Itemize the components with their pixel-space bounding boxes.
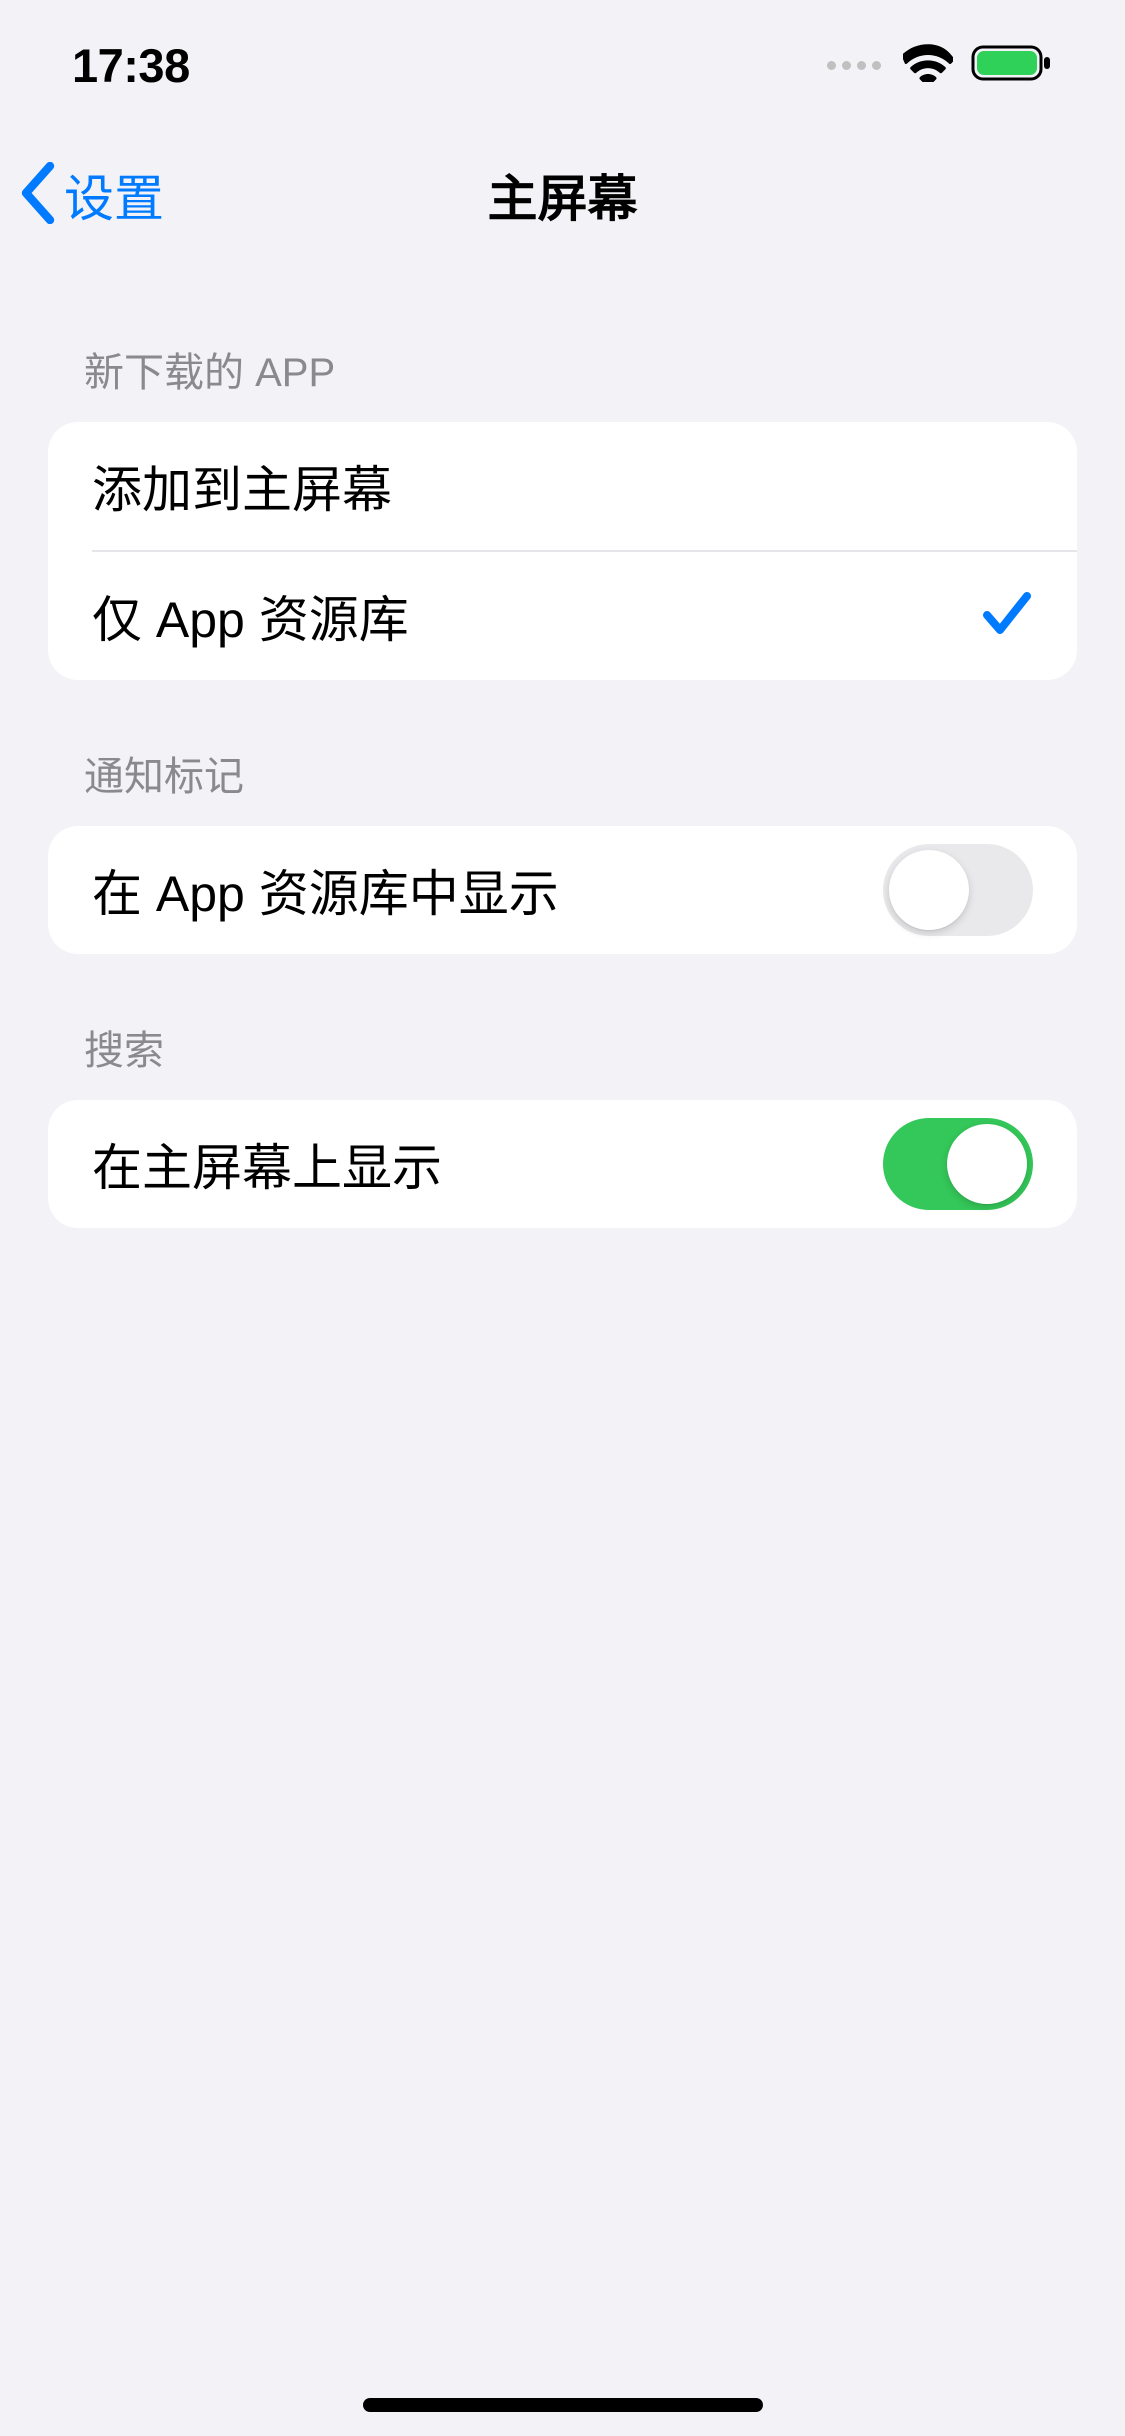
group-search: 在主屏幕上显示 — [48, 1100, 1077, 1228]
checkmark-icon — [981, 588, 1033, 643]
toggle-label: 在 App 资源库中显示 — [92, 854, 559, 926]
switch-knob — [889, 850, 969, 930]
chevron-left-icon — [20, 162, 56, 229]
back-button[interactable]: 设置 — [20, 159, 164, 231]
switch-show-on-home[interactable] — [883, 1118, 1033, 1210]
section-header-search: 搜索 — [48, 954, 1077, 1100]
page-title: 主屏幕 — [488, 159, 638, 231]
cellular-dots-icon — [827, 61, 881, 70]
group-badges: 在 App 资源库中显示 — [48, 826, 1077, 954]
battery-icon — [971, 43, 1053, 88]
status-time: 17:38 — [72, 38, 190, 93]
switch-knob — [947, 1124, 1027, 1204]
wifi-icon — [903, 44, 953, 87]
settings-content: 新下载的 APP 添加到主屏幕 仅 App 资源库 通知标记 在 App 资源库… — [0, 260, 1125, 1228]
option-label: 添加到主屏幕 — [92, 450, 392, 522]
back-label: 设置 — [64, 159, 164, 231]
status-indicators — [827, 43, 1053, 88]
option-app-library-only[interactable]: 仅 App 资源库 — [48, 552, 1077, 680]
section-header-new-apps: 新下载的 APP — [48, 260, 1077, 422]
navigation-bar: 设置 主屏幕 — [0, 130, 1125, 260]
toggle-label: 在主屏幕上显示 — [92, 1128, 442, 1200]
group-new-apps: 添加到主屏幕 仅 App 资源库 — [48, 422, 1077, 680]
home-indicator[interactable] — [363, 2398, 763, 2412]
option-add-to-home[interactable]: 添加到主屏幕 — [48, 422, 1077, 550]
status-bar: 17:38 — [0, 0, 1125, 130]
option-label: 仅 App 资源库 — [92, 580, 409, 652]
toggle-show-in-app-library: 在 App 资源库中显示 — [48, 826, 1077, 954]
section-header-badges: 通知标记 — [48, 680, 1077, 826]
switch-app-library-badges[interactable] — [883, 844, 1033, 936]
toggle-show-on-home: 在主屏幕上显示 — [48, 1100, 1077, 1228]
